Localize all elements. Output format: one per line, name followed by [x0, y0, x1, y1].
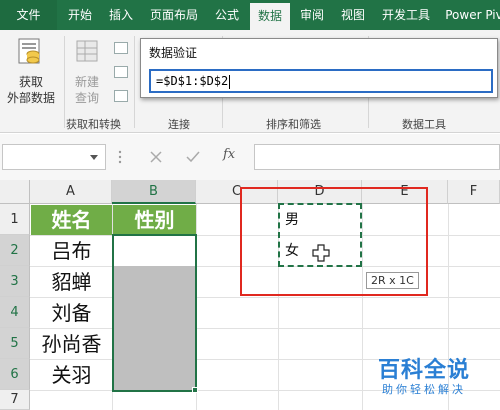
row-header-6[interactable]: 6 [0, 359, 30, 390]
tab-home[interactable]: 开始 [60, 0, 100, 30]
row-header-5[interactable]: 5 [0, 328, 30, 359]
group-get-transform: 获取和转换 [66, 118, 121, 131]
cell-a6[interactable]: 关羽 [31, 360, 112, 390]
tab-data[interactable]: 数据 [250, 3, 290, 30]
row-header-4[interactable]: 4 [0, 297, 30, 328]
column-header-f[interactable]: F [448, 180, 500, 204]
ribbon-tab-bar: 文件 开始 插入 页面布局 公式 数据 审阅 视图 开发工具 Power Piv [0, 0, 500, 30]
recent-sources-icon[interactable] [114, 90, 128, 102]
check-icon[interactable] [185, 150, 201, 164]
column-header-a[interactable]: A [30, 180, 112, 204]
formula-bar: fx [0, 134, 500, 180]
show-queries-icon[interactable] [114, 42, 128, 54]
source-range-value: =$D$1:$D$2 [156, 74, 229, 88]
row-header-3[interactable]: 3 [0, 266, 30, 297]
highlight-box [240, 187, 428, 296]
watermark-subtitle: 助你轻松解决 [382, 383, 466, 396]
new-query-label: 新建 查询 [74, 75, 99, 105]
table-icon [76, 40, 98, 62]
row-header-1[interactable]: 1 [0, 204, 30, 235]
tab-review[interactable]: 审阅 [292, 0, 332, 30]
selection-range-b2-b6[interactable] [112, 234, 197, 392]
tab-formulas[interactable]: 公式 [207, 0, 247, 30]
row-header-2[interactable]: 2 [0, 235, 30, 266]
group-sort-filter: 排序和筛选 [266, 118, 321, 131]
column-header-b[interactable]: B [112, 180, 196, 204]
formula-input[interactable] [254, 144, 500, 170]
name-box[interactable] [2, 144, 106, 170]
cell-a1-header[interactable]: 姓名 [31, 205, 112, 235]
database-icon [18, 38, 40, 64]
cell-b1-header[interactable]: 性别 [113, 205, 196, 235]
group-separator [134, 36, 135, 128]
tab-power-pivot[interactable]: Power Piv [440, 0, 500, 30]
group-connections: 连接 [168, 118, 190, 131]
fill-handle[interactable] [192, 387, 198, 393]
formula-buttons: fx [135, 144, 247, 170]
from-table-icon[interactable] [114, 66, 128, 78]
source-range-input[interactable]: =$D$1:$D$2 [149, 69, 493, 93]
group-separator [64, 36, 65, 128]
tab-view[interactable]: 视图 [333, 0, 373, 30]
tab-insert[interactable]: 插入 [101, 0, 141, 30]
more-dots-icon [118, 150, 122, 164]
data-validation-dialog[interactable]: 数据验证 =$D$1:$D$2 [140, 38, 498, 98]
cell-a5[interactable]: 孙尚香 [31, 329, 112, 359]
select-all-corner[interactable] [0, 180, 30, 204]
watermark-title: 百科全说 [378, 358, 471, 383]
cell-a3[interactable]: 貂蝉 [31, 267, 112, 297]
close-icon[interactable] [149, 150, 163, 164]
text-caret [229, 74, 231, 89]
chevron-down-icon[interactable] [89, 154, 99, 162]
tab-page-layout[interactable]: 页面布局 [142, 0, 206, 30]
tab-file[interactable]: 文件 [0, 0, 57, 30]
get-external-data-button[interactable]: 获取 外部数据 [2, 34, 60, 114]
get-external-data-label: 获取 外部数据 [6, 75, 55, 105]
row-header-7[interactable]: 7 [0, 390, 30, 410]
cell-a4[interactable]: 刘备 [31, 298, 112, 328]
dialog-title: 数据验证 [149, 46, 198, 60]
group-data-tools: 数据工具 [402, 118, 446, 131]
cell-a2[interactable]: 吕布 [31, 236, 112, 266]
new-query-button[interactable]: 新建 查询 [66, 34, 108, 114]
fx-button[interactable]: fx [223, 147, 235, 162]
tab-developer[interactable]: 开发工具 [374, 0, 438, 30]
